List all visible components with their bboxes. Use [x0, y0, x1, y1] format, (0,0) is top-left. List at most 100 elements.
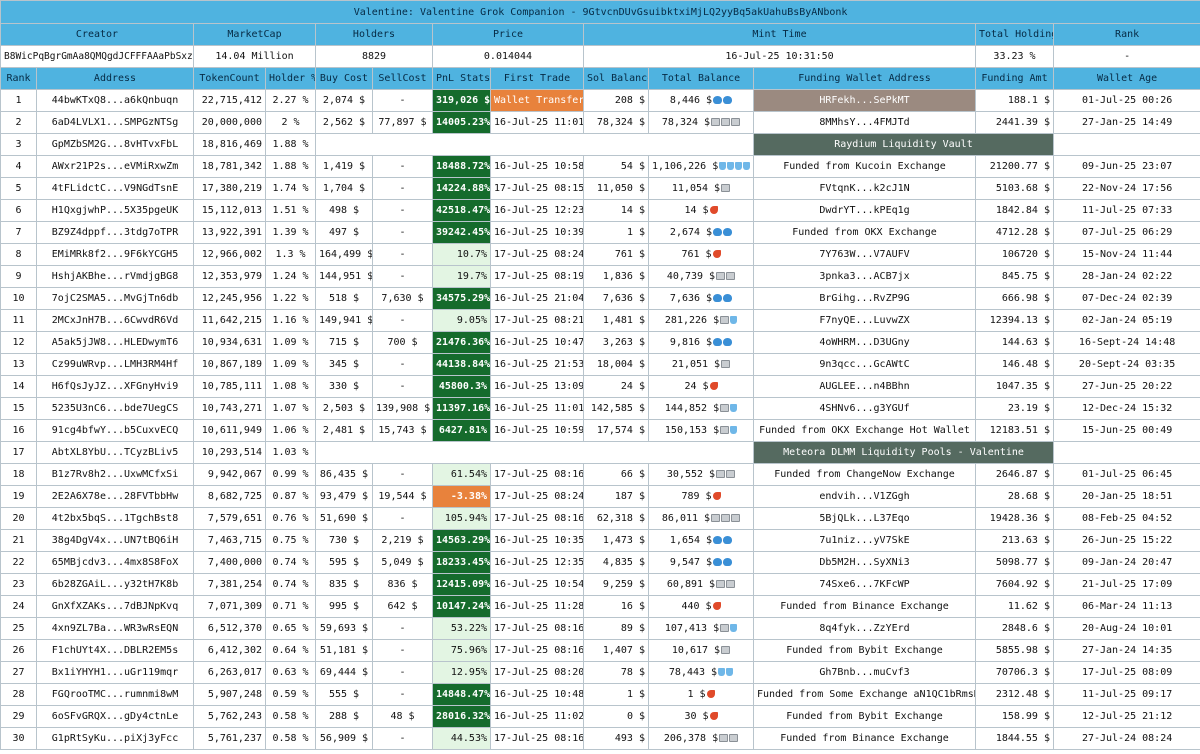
address-link[interactable]: GnXfXZAKs...7dBJNpKvq [36, 595, 194, 618]
funding-wallet-link[interactable]: Funded from Binance Exchange [753, 595, 976, 618]
address-link[interactable]: 2E2A6X78e...28FVTbbHw [36, 485, 194, 508]
address-link[interactable]: 7ojC2SMA5...MvGjTn6db [36, 287, 194, 310]
column-header-first-trade[interactable]: First Trade [490, 67, 584, 90]
funding-wallet-link[interactable]: HRFekh...SePkMT [753, 89, 976, 112]
funding-wallet-link[interactable]: Funded from Binance Exchange [753, 727, 976, 750]
table-row: 4 AWxr21P2s...eVMiRxwZm 18,781,342 1.88 % 1,… [0, 155, 1200, 178]
address-link[interactable]: 6aD4LVLX1...SMPGzNTSg [36, 111, 194, 134]
address-link[interactable]: 2MCxJnH7B...6CwvdR6Vd [36, 309, 194, 332]
address-link[interactable]: Bx1iYHYH1...uGr119mqr [36, 661, 194, 684]
address-link[interactable]: BZ9Z4dppf...3tdg7oTPR [36, 221, 194, 244]
blank-cell [1052, 441, 1200, 464]
funding-wallet-link[interactable]: Funded from Bybit Exchange [753, 639, 976, 662]
funding-wallet-link[interactable]: Gh7Bnb...muCvf3 [753, 661, 976, 684]
total-balance-cell: 150,153 $ [648, 419, 754, 442]
funding-wallet-link[interactable]: Funded from ChangeNow Exchange [753, 463, 976, 486]
funding-wallet-link[interactable]: 5BjQLk...L37Eqo [753, 507, 976, 530]
column-header-tokencount[interactable]: TokenCount [193, 67, 266, 90]
address-link[interactable]: Cz99uWRvp...LMH3RM4Hf [36, 353, 194, 376]
column-header-sellcost[interactable]: SellCost [372, 67, 433, 90]
wallet-age-cell: 07-Jul-25 06:29 [1052, 221, 1200, 244]
address-link[interactable]: F1chUYt4X...DBLR2EM5s [36, 639, 194, 662]
funding-wallet-link[interactable]: 7u1niz...yV7SkE [753, 529, 976, 552]
funding-wallet-link[interactable]: 7Y763W...V7AUFV [753, 243, 976, 266]
creator-address[interactable]: B8WicPqBgrGmAa8QMQgdJCFFFAAaPbSxzLUG9dW6… [0, 45, 194, 68]
column-header-funding-amt[interactable]: Funding Amt [975, 67, 1054, 90]
address-link[interactable]: AbtXL8YbU...TCyzBLiv5 [36, 441, 194, 464]
banknote-icon [720, 316, 730, 324]
address-link[interactable]: H6fQsJyJZ...XFGnyHvi9 [36, 375, 194, 398]
first-trade-cell: 16-Jul-25 10:39 [490, 221, 584, 244]
column-header-total-balance[interactable]: Total Balance [648, 67, 754, 90]
holder-pct-cell: 1.08 % [265, 375, 316, 398]
address-link[interactable]: 6b28ZGAiL...y32tH7K8b [36, 573, 194, 596]
address-link[interactable]: 5235U3nC6...bde7UegCS [36, 397, 194, 420]
address-link[interactable]: H1QxgjwhP...5X35pgeUK [36, 199, 194, 222]
token-count-cell: 13,922,391 [193, 221, 266, 244]
sol-balance-cell: 1 $ [583, 683, 649, 706]
funding-wallet-link[interactable]: 8q4fyk...ZzYErd [753, 617, 976, 640]
sell-cost-cell: - [372, 463, 433, 486]
address-link[interactable]: 44bwKTxQ8...a6kQnbuqn [36, 89, 194, 112]
address-link[interactable]: GpMZbSM2G...8vHTvxFbL [36, 133, 194, 156]
funding-wallet-link[interactable]: Funded from Bybit Exchange [753, 705, 976, 728]
wallet-age-cell: 27-Jan-25 14:49 [1052, 111, 1200, 134]
funding-wallet-link[interactable]: 4oWHRM...D3UGny [753, 331, 976, 354]
funding-wallet-link[interactable]: Db5M2H...SyXNi3 [753, 551, 976, 574]
address-link[interactable]: G1pRtSyKu...piXj3yFcc [36, 727, 194, 750]
token-count-cell: 12,966,002 [193, 243, 266, 266]
column-header-funding-wallet[interactable]: Funding Wallet Address [753, 67, 976, 90]
address-link[interactable]: 65MBjcdv3...4mx8S8FoX [36, 551, 194, 574]
column-header-rank[interactable]: Rank [0, 67, 37, 90]
funding-wallet-link[interactable]: FVtqnK...k2cJ1N [753, 177, 976, 200]
address-link[interactable]: B1z7Rv8h2...UxwMCfxSi [36, 463, 194, 486]
funding-wallet-link[interactable]: 8MMhsY...4FMJTd [753, 111, 976, 134]
column-header-sol-balance[interactable]: Sol Balance [583, 67, 649, 90]
banknote-icon [721, 184, 731, 192]
funding-amt-cell: 2848.6 $ [975, 617, 1054, 640]
sol-balance-cell: 1 $ [583, 221, 649, 244]
buy-cost-cell: 330 $ [315, 375, 373, 398]
address-link[interactable]: AWxr21P2s...eVMiRxwZm [36, 155, 194, 178]
column-header-buy-cost[interactable]: Buy Cost [315, 67, 373, 90]
pnl-stats-cell: 61.54% [432, 463, 491, 486]
funding-wallet-link[interactable]: AUGLEE...n4BBhn [753, 375, 976, 398]
funding-wallet-link[interactable]: 3pnka3...ACB7jx [753, 265, 976, 288]
address-link[interactable]: 91cg4bfwY...b5CuxvECQ [36, 419, 194, 442]
total-balance-cell: 761 $ [648, 243, 754, 266]
address-link[interactable]: 38g4DgV4x...UN7tBQ6iH [36, 529, 194, 552]
address-link[interactable]: EMiMRk8f2...9F6kYCGH5 [36, 243, 194, 266]
sell-cost-cell: - [372, 639, 433, 662]
funding-wallet-link[interactable]: Funded from OKX Exchange [753, 221, 976, 244]
banknote-icon [731, 118, 741, 126]
funding-wallet-link[interactable]: Funded from OKX Exchange Hot Wallet [753, 419, 976, 442]
funding-wallet-link[interactable]: Funded from Kucoin Exchange [753, 155, 976, 178]
address-link[interactable]: 4tFLidctC...V9NGdTsnE [36, 177, 194, 200]
address-link[interactable]: A5ak5jJW8...HLEDwymT6 [36, 331, 194, 354]
address-link[interactable]: FGQrooTMC...rumnmi8wM [36, 683, 194, 706]
holder-pct-cell: 1.09 % [265, 331, 316, 354]
pnl-stats-cell: 75.96% [432, 639, 491, 662]
holder-pct-cell: 0.71 % [265, 595, 316, 618]
first-trade-cell: 16-Jul-25 11:28 [490, 595, 584, 618]
funding-wallet-link[interactable]: DwdrYT...kPEq1g [753, 199, 976, 222]
funding-wallet-link[interactable]: 9n3qcc...GcAWtC [753, 353, 976, 376]
funding-wallet-link[interactable]: Funded from Some Exchange aN1QC1bRmsR [753, 683, 976, 706]
funding-wallet-link[interactable]: F7nyQE...LuvwZX [753, 309, 976, 332]
address-link[interactable]: 4xn9ZL7Ba...WR3wRsEQN [36, 617, 194, 640]
funding-wallet-link[interactable]: BrGihg...RvZP9G [753, 287, 976, 310]
funding-wallet-link[interactable]: endvih...V1ZGgh [753, 485, 976, 508]
column-header-pnl-stats[interactable]: PnL Stats [432, 67, 491, 90]
total-balance-value: 60,891 $ [666, 579, 716, 590]
funding-wallet-link[interactable]: 74Sxe6...7KFcWP [753, 573, 976, 596]
column-header-holder-pct[interactable]: Holder % [265, 67, 316, 90]
address-link[interactable]: 4t2bx5bqS...1TgchBst8 [36, 507, 194, 530]
table-row: 11 2MCxJnH7B...6CwvdR6Vd 11,642,215 1.16 % 1… [0, 309, 1200, 332]
column-header-address[interactable]: Address [36, 67, 194, 90]
funding-wallet-link[interactable]: 4SHNv6...g3YGUf [753, 397, 976, 420]
wallet-age-cell: 11-Jul-25 09:17 [1052, 683, 1200, 706]
total-balance-value: 150,153 $ [664, 425, 720, 436]
address-link[interactable]: 6oSFvGRQX...gDy4ctnLe [36, 705, 194, 728]
column-header-wallet-age[interactable]: Wallet Age [1052, 67, 1200, 90]
address-link[interactable]: HshjAKBhe...rVmdjgBG8 [36, 265, 194, 288]
